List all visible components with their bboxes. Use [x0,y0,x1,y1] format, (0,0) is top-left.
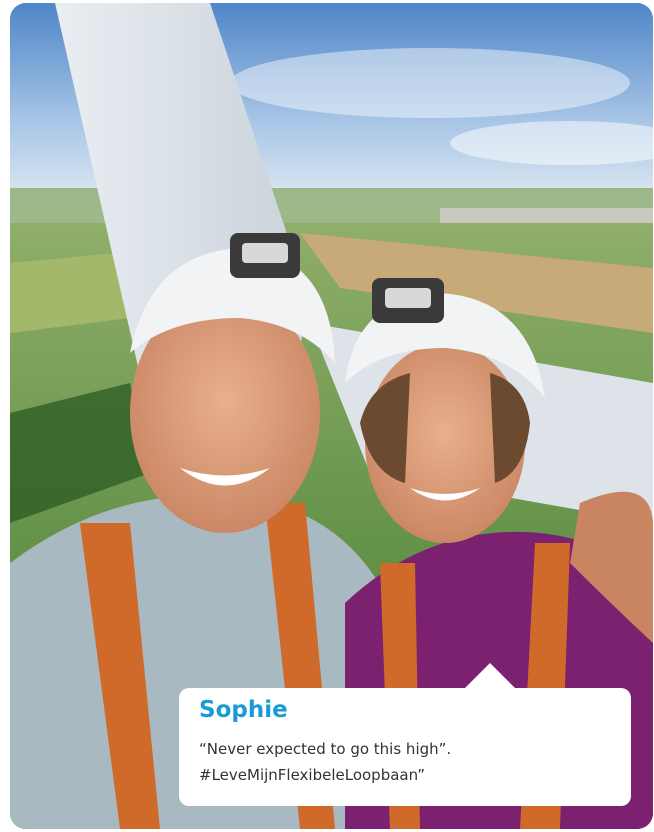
photo-frame: Sophie “Never expected to go this high”.… [10,3,653,829]
quote-text: “Never expected to go this high”. #LeveM… [199,736,611,788]
quote-line-1: “Never expected to go this high”. [199,740,452,758]
quote-line-2: #LeveMijnFlexibeleLoopbaan” [199,766,426,784]
quote-author-name: Sophie [199,697,288,723]
quote-card: Sophie “Never expected to go this high”.… [179,663,631,806]
